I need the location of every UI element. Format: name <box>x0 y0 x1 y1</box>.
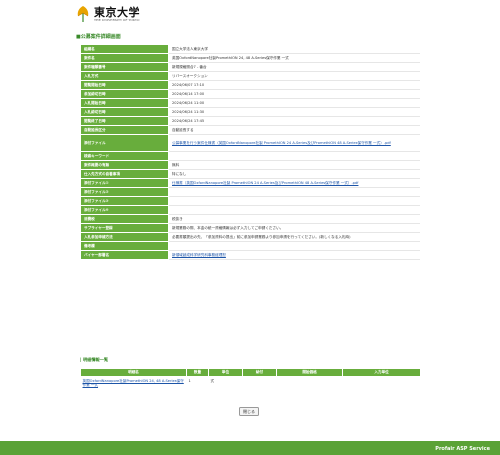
detail-row: 添付ファイル 公募事業を行う案件仕様書（英国OxfordNanopore社製 Pr… <box>80 134 420 152</box>
detail-label: 消費税 <box>80 214 169 224</box>
detail-row: 入札開始日時 2024/06/24 11:00 <box>80 98 420 108</box>
detail-row: 消費税 税抜き <box>80 214 420 224</box>
footer-bar: Profair ASP Service <box>0 441 500 455</box>
detail-label: 添付ファイル④ <box>80 205 169 215</box>
detail-row: 仕入先方式の自着事項 特になし <box>80 169 420 179</box>
university-ginkgo-logo-icon <box>76 5 90 23</box>
detail-value: 無料 <box>168 160 420 170</box>
detail-label: 自動延長区分 <box>80 125 169 135</box>
item-quantity: 1 <box>188 379 191 383</box>
detail-label: 閲覧開始日時 <box>80 80 169 90</box>
detail-label: サプライヤー登録 <box>80 223 169 233</box>
close-button[interactable]: 閉じる <box>239 407 259 416</box>
logo-japanese-name: 東京大学 <box>94 5 140 19</box>
detail-value: 新規規格照合7 - 番台 <box>168 62 420 72</box>
detail-label: 入札開始日時 <box>80 98 169 108</box>
detail-value: 2024/06/07 17:10 <box>168 80 420 90</box>
item-input-unit <box>343 377 421 390</box>
detail-row: 組織名 国立大学法人東京大学 <box>80 44 420 54</box>
details-table: 組織名 国立大学法人東京大学 案件名 英国OxfordNanopore社製Promet… <box>80 44 420 260</box>
detail-row: 案件概要の有無 無料 <box>80 160 420 170</box>
detail-value: リバースオークション <box>168 71 420 81</box>
detail-row: 添付ファイル② <box>80 187 420 197</box>
detail-value: 2024/06/14 17:00 <box>168 89 420 99</box>
detail-label: 閲覧終了日時 <box>80 116 169 126</box>
detail-value <box>168 205 420 215</box>
detail-link[interactable]: 新領域創成科学研究科事務経理担 <box>172 253 226 257</box>
detail-row: 添付ファイル③ <box>80 196 420 206</box>
column-header-input-unit: 入力単位 <box>342 368 421 377</box>
detail-value <box>168 196 420 206</box>
detail-row: 参加締切日時 2024/06/14 17:00 <box>80 89 420 99</box>
detail-row: 閲覧終了日時 2024/06/24 17:45 <box>80 116 420 126</box>
items-section-title: | 明細情報一覧 <box>80 357 109 362</box>
detail-value: 仕様書（英国OxfordNanopore社製 PromethION 24 A-S… <box>168 178 420 188</box>
detail-label: 添付ファイル② <box>80 187 169 197</box>
detail-row: バイヤー部署名 新領域創成科学研究科事務経理担 <box>80 250 420 260</box>
detail-label: 添付ファイル <box>80 134 169 152</box>
item-unit: 式 <box>210 379 215 383</box>
detail-row: 添付ファイル④ <box>80 205 420 215</box>
detail-value: 税抜き <box>168 214 420 224</box>
detail-value: 新領域創成科学研究科事務経理担 <box>168 250 420 260</box>
detail-value: 2024/06/24 11:00 <box>168 98 420 108</box>
item-start-price <box>277 377 343 390</box>
detail-row: 添付ファイル① 仕様書（英国OxfordNanopore社製 PromethION… <box>80 178 420 188</box>
column-header-unit: 単位 <box>208 368 243 377</box>
detail-row: 案件名 英国OxfordNanopore社製PromethION 24, 48 A… <box>80 53 420 63</box>
university-logo: 東京大学 THE UNIVERSITY OF TOKYO <box>76 2 140 26</box>
detail-value: 国立大学法人東京大学 <box>168 44 420 54</box>
detail-label: 添付ファイル① <box>80 178 169 188</box>
detail-row: 閲覧開始日時 2024/06/07 17:10 <box>80 80 420 90</box>
detail-value: 新規業務の際、本金の統一資格情報は必ず入力してご申請ください。 <box>168 223 420 233</box>
detail-value: 公募事業を行う案件仕様書（英国OxfordNanopore社製 PromethI… <box>168 134 420 152</box>
footer-brand: Profair ASP Service <box>435 445 490 452</box>
table-row: 英国OxfordNanopore社製PromethION 24, 48 A-Se… <box>81 377 421 390</box>
detail-label: 案件概要の有無 <box>80 160 169 170</box>
detail-row: 入札方式 リバースオークション <box>80 71 420 81</box>
detail-label: 添付ファイル③ <box>80 196 169 206</box>
detail-label: 検索キーワード <box>80 151 169 161</box>
column-header-delivery: 納付 <box>242 368 277 377</box>
detail-value <box>168 187 420 197</box>
detail-label: バイヤー部署名 <box>80 250 169 260</box>
detail-label: 入札方式 <box>80 71 169 81</box>
detail-label: 備考欄 <box>80 241 169 251</box>
detail-value: 特になし <box>168 169 420 179</box>
detail-label: 参加締切日時 <box>80 89 169 99</box>
detail-link[interactable]: 公募事業を行う案件仕様書（英国OxfordNanopore社製 PromethI… <box>172 141 391 145</box>
item-name-link[interactable]: 英国OxfordNanopore社製PromethION 24, 48 A-Se… <box>83 379 184 387</box>
detail-label: 入札締切日時 <box>80 107 169 117</box>
detail-value: 自動延長する <box>168 125 420 135</box>
detail-value <box>168 151 420 161</box>
items-table: 明細名 数量 単位 納付 開始価格 入力単位 英国OxfordNanopore社… <box>80 368 421 390</box>
item-delivery <box>243 377 277 390</box>
detail-value: 2024/06/24 17:45 <box>168 116 420 126</box>
items-header-row: 明細名 数量 単位 納付 開始価格 入力単位 <box>80 368 421 377</box>
detail-row: 自動延長区分 自動延長する <box>80 125 420 135</box>
detail-label: 案件種類番号 <box>80 62 169 72</box>
detail-label: 仕入先方式の自着事項 <box>80 169 169 179</box>
detail-label: 入札参加申請方法 <box>80 232 169 242</box>
detail-label: 組織名 <box>80 44 169 54</box>
detail-value: 2024/06/24 11:30 <box>168 107 420 117</box>
detail-row: 入札参加申請方法 必要書類提出の先、「参加資料の提出」前に参加申請業務より参加申請… <box>80 232 420 242</box>
detail-row: サプライヤー登録 新規業務の際、本金の統一資格情報は必ず入力してご申請ください。 <box>80 223 420 233</box>
detail-value <box>168 241 420 251</box>
item-name-cell: 英国OxfordNanopore社製PromethION 24, 48 A-Se… <box>81 377 187 390</box>
detail-row: 検索キーワード <box>80 151 420 161</box>
detail-row: 備考欄 <box>80 241 420 251</box>
column-header-start-price: 開始価格 <box>276 368 343 377</box>
column-header-item-name: 明細名 <box>80 368 187 377</box>
detail-row: 案件種類番号 新規規格照合7 - 番台 <box>80 62 420 72</box>
detail-row: 入札締切日時 2024/06/24 11:30 <box>80 107 420 117</box>
page-title: ■公募案件詳細画面 <box>76 34 121 40</box>
detail-value: 必要書類提出の先、「参加資料の提出」前に参加申請業務より参加申請を行ってください… <box>168 232 420 242</box>
detail-value: 英国OxfordNanopore社製PromethION 24, 48 A-Se… <box>168 53 420 63</box>
detail-label: 案件名 <box>80 53 169 63</box>
detail-link[interactable]: 仕様書（英国OxfordNanopore社製 PromethION 24 A-S… <box>172 181 358 185</box>
column-header-quantity: 数量 <box>186 368 209 377</box>
logo-english-name: THE UNIVERSITY OF TOKYO <box>94 17 140 22</box>
